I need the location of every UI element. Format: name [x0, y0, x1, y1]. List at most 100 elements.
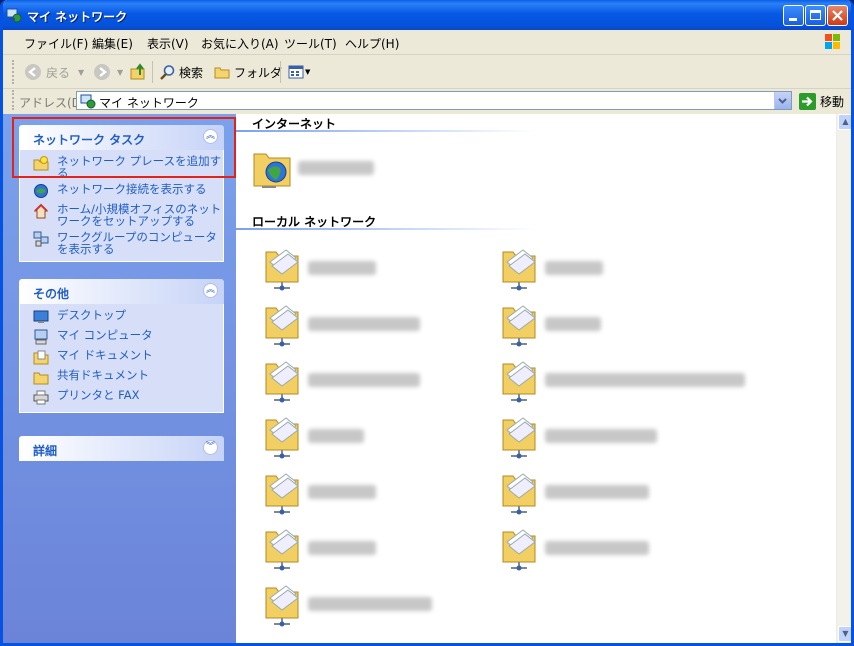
details-header[interactable]: 詳細 ︾: [19, 436, 224, 461]
menu-bar: ファイル(F) 編集(E) 表示(V) お気に入り(A) ツール(T) ヘルプ(…: [3, 30, 851, 55]
forward-button[interactable]: ▼: [93, 62, 123, 82]
expand-icon[interactable]: ︾: [203, 440, 218, 455]
network-share-folder-icon: [502, 361, 536, 403]
place-label: マイ ドキュメント: [57, 348, 153, 362]
network-share-folder-icon: [502, 473, 536, 515]
task-view-network-connections[interactable]: ネットワーク接続を表示する: [20, 183, 223, 199]
window-title: マイ ネットワーク: [27, 10, 128, 24]
close-button[interactable]: [827, 5, 848, 26]
chevron-down-icon: ▼: [117, 67, 124, 77]
toolbar: 戻る ▼ ▼ 検索 フォルダ ▼: [3, 56, 851, 89]
item-label: [545, 261, 603, 275]
network-share-folder-icon: [265, 361, 299, 403]
menu-favorites[interactable]: お気に入り(A): [201, 35, 279, 52]
internet-folder-icon: [253, 153, 291, 188]
chevron-down-icon: ▼: [305, 68, 311, 76]
place-label: デスクトップ: [57, 308, 126, 322]
scroll-down-button[interactable]: ▼: [838, 626, 851, 642]
item-label: [308, 597, 432, 611]
details-panel: 詳細 ︾: [19, 436, 224, 461]
shared-documents-icon: [33, 372, 49, 385]
forward-arrow-icon: [94, 64, 110, 80]
address-dropdown-button[interactable]: [774, 92, 791, 109]
title-bar[interactable]: マイ ネットワーク: [3, 0, 851, 30]
task-label: ワークグループのコンピュータを表示する: [57, 230, 217, 256]
menu-help[interactable]: ヘルプ(H): [345, 35, 399, 52]
menu-edit[interactable]: 編集(E): [92, 35, 133, 52]
back-button[interactable]: 戻る ▼: [24, 62, 84, 82]
menu-view[interactable]: 表示(V): [147, 35, 189, 52]
go-arrow-icon: [799, 92, 816, 110]
home-network-icon: [33, 203, 49, 219]
toolbar-separator: [152, 61, 153, 83]
network-share-folder-icon: [502, 417, 536, 459]
content-pane: インターネット ローカル ネットワーク: [236, 114, 836, 643]
other-places-panel: その他 ︽ デスクトップ マイ コンピュータ マイ ドキュメント 共有ドキュメン…: [19, 279, 224, 413]
printer-icon: [33, 390, 49, 405]
group-divider: [236, 228, 536, 230]
minimize-button[interactable]: [783, 5, 804, 26]
place-label: プリンタと FAX: [57, 388, 140, 402]
network-connections-icon: [34, 184, 48, 198]
menu-file[interactable]: ファイル(F): [24, 35, 88, 52]
chevron-down-icon: [778, 98, 787, 104]
vertical-scrollbar[interactable]: ▲ ▼: [836, 114, 851, 643]
folder-icon: [214, 67, 230, 78]
network-places-icon: [6, 8, 22, 23]
address-grip[interactable]: [12, 90, 17, 110]
search-label: 検索: [179, 65, 204, 80]
place-my-computer[interactable]: マイ コンピュータ: [20, 329, 223, 345]
menu-tools[interactable]: ツール(T): [284, 35, 337, 52]
network-share-folder-icon: [265, 249, 299, 291]
item-label: [308, 485, 376, 499]
group-divider: [236, 130, 536, 132]
toolbar-separator: [280, 61, 281, 83]
go-button[interactable]: 移動: [799, 91, 844, 111]
search-icon: [160, 64, 175, 80]
toolbar-grip[interactable]: [12, 60, 17, 84]
place-label: 共有ドキュメント: [57, 368, 149, 382]
item-label: [545, 429, 657, 443]
task-setup-home-network[interactable]: ホーム/小規模オフィスのネットワークをセットアップする: [20, 203, 223, 227]
up-folder-button[interactable]: [130, 62, 148, 82]
item-label: [545, 485, 649, 499]
place-desktop[interactable]: デスクトップ: [20, 309, 223, 325]
scroll-up-button[interactable]: ▲: [838, 114, 851, 130]
maximize-button[interactable]: [805, 5, 826, 26]
network-share-folder-icon: [502, 249, 536, 291]
workgroup-computers-icon: [33, 231, 49, 247]
network-share-folder-icon: [265, 585, 299, 627]
place-my-documents[interactable]: マイ ドキュメント: [20, 349, 223, 365]
place-printers-fax[interactable]: プリンタと FAX: [20, 389, 223, 405]
views-button[interactable]: ▼: [288, 62, 310, 82]
network-share-folder-icon: [265, 473, 299, 515]
network-share-folder-icon: [502, 305, 536, 347]
task-label: ネットワーク接続を表示する: [57, 182, 207, 196]
my-documents-icon: [33, 350, 49, 365]
back-arrow-icon: [25, 64, 41, 80]
item-label: [545, 373, 745, 387]
collapse-icon[interactable]: ︽: [203, 283, 218, 298]
network-places-icon: [80, 94, 96, 109]
network-share-folder-icon: [265, 529, 299, 571]
go-label: 移動: [820, 94, 845, 109]
views-icon: [288, 65, 304, 79]
network-share-folder-icon: [265, 417, 299, 459]
search-button[interactable]: 検索: [159, 62, 203, 82]
folders-button[interactable]: フォルダ: [214, 62, 282, 82]
item-label: [298, 161, 374, 175]
item-label: [308, 429, 364, 443]
other-places-header[interactable]: その他 ︽: [19, 279, 224, 304]
address-input[interactable]: マイ ネットワーク: [76, 91, 792, 110]
folders-label: フォルダ: [234, 65, 283, 80]
task-label: ホーム/小規模オフィスのネットワークをセットアップする: [57, 202, 222, 228]
place-shared-documents[interactable]: 共有ドキュメント: [20, 369, 223, 385]
details-title: 詳細: [33, 444, 58, 458]
network-share-folder-icon: [265, 305, 299, 347]
task-view-workgroup-computers[interactable]: ワークグループのコンピュータを表示する: [20, 231, 223, 255]
close-icon: [832, 10, 843, 21]
item-label: [308, 261, 376, 275]
item-label: [545, 541, 649, 555]
item-label: [308, 317, 420, 331]
task-pane: ネットワーク タスク ︽ ネットワーク プレースを追加する ネットワーク接続を表…: [3, 114, 236, 643]
